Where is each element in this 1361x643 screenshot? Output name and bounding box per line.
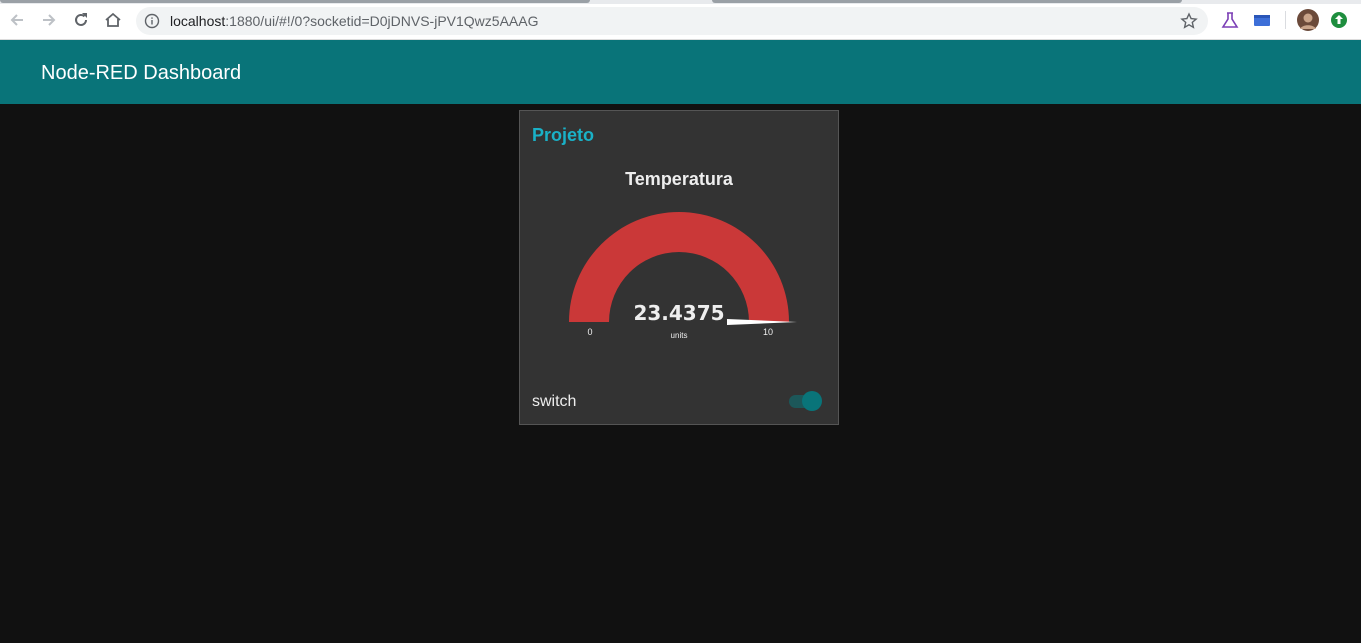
url-text: localhost:1880/ui/#!/0?socketid=D0jDNVS-… <box>170 13 538 29</box>
arrow-left-icon <box>10 14 23 26</box>
flask-extension-icon[interactable] <box>1220 10 1240 30</box>
tab-strip <box>0 0 1361 4</box>
update-icon[interactable] <box>1329 10 1349 30</box>
reload-button[interactable] <box>69 8 93 32</box>
group-card: Projeto Temperatura 23.4375 units 0 10 s… <box>519 110 839 425</box>
arrow-right-icon <box>43 14 56 26</box>
tab-active-edge <box>0 0 590 3</box>
url-host: localhost <box>170 13 226 29</box>
gauge-max-label: 10 <box>763 327 773 337</box>
page-title: Node-RED Dashboard <box>41 62 242 84</box>
browser-toolbar: localhost:1880/ui/#!/0?socketid=D0jDNVS-… <box>0 0 1361 40</box>
reload-icon <box>75 13 87 26</box>
gauge-min-label: 0 <box>587 327 592 337</box>
tab-inactive-edge <box>712 0 1182 3</box>
switch-label: switch <box>532 393 577 410</box>
star-icon[interactable] <box>1180 12 1198 30</box>
avatar[interactable] <box>1297 9 1319 31</box>
switch-thumb <box>802 391 822 411</box>
gauge: 23.4375 units 0 10 <box>569 212 797 340</box>
home-icon <box>105 12 121 27</box>
address-bar[interactable]: localhost:1880/ui/#!/0?socketid=D0jDNVS-… <box>136 7 1208 35</box>
tab-extension-icon[interactable] <box>1252 10 1272 30</box>
dashboard-toolbar: Node-RED Dashboard <box>0 40 1361 104</box>
switch-toggle[interactable] <box>787 390 825 412</box>
gauge-units: units <box>671 331 688 340</box>
home-button[interactable] <box>101 8 125 32</box>
back-button[interactable] <box>5 8 29 32</box>
gauge-value: 23.4375 <box>633 301 724 325</box>
url-path: :1880/ui/#!/0?socketid=D0jDNVS-jPV1Qwz5A… <box>225 13 539 29</box>
toolbar-divider <box>1285 11 1286 29</box>
info-icon[interactable] <box>144 13 160 29</box>
forward-button[interactable] <box>37 8 61 32</box>
